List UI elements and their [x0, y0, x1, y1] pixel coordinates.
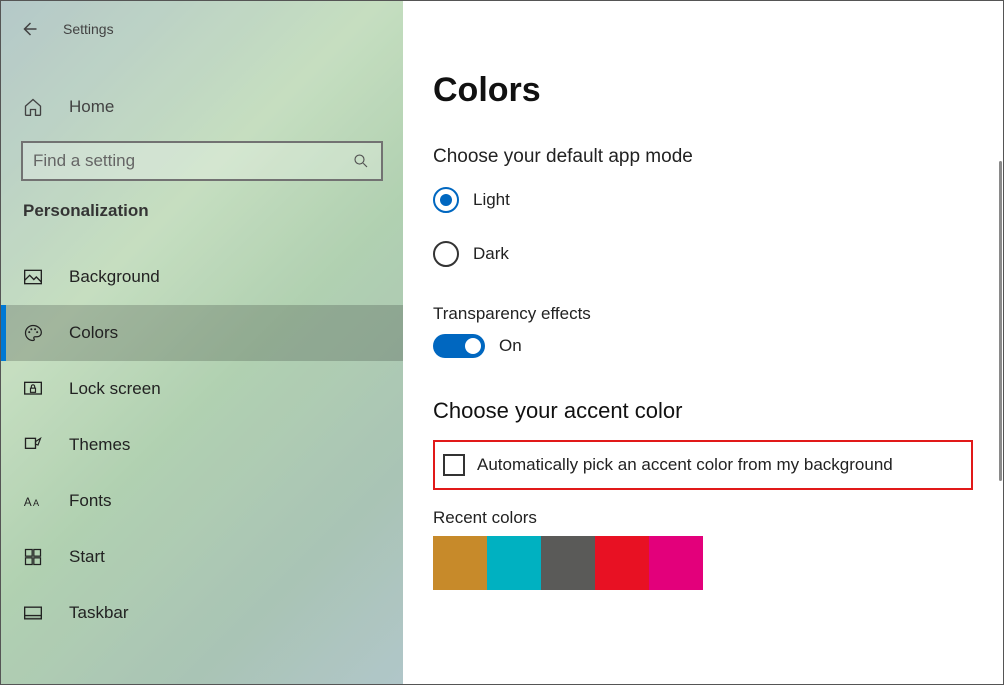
sidebar-item-label: Fonts	[69, 491, 112, 511]
radio-dark[interactable]: Dark	[433, 238, 973, 270]
sidebar-item-label: Background	[69, 267, 160, 287]
paintbrush-icon	[23, 435, 47, 455]
svg-text:A: A	[24, 496, 32, 509]
sidebar-item-colors[interactable]: Colors	[1, 305, 403, 361]
section-header: Personalization	[1, 201, 403, 221]
svg-text:A: A	[33, 498, 40, 508]
transparency-toggle-row: On	[433, 334, 973, 358]
lock-screen-icon	[23, 379, 47, 399]
radio-icon	[433, 187, 459, 213]
transparency-label: Transparency effects	[433, 304, 973, 324]
search-wrap	[21, 141, 383, 181]
search-icon	[351, 152, 371, 170]
taskbar-icon	[23, 603, 47, 623]
color-swatch[interactable]	[487, 536, 541, 590]
accent-color-title: Choose your accent color	[433, 398, 973, 424]
auto-accent-row[interactable]: Automatically pick an accent color from …	[433, 440, 973, 490]
sidebar-item-fonts[interactable]: AA Fonts	[1, 473, 403, 529]
recent-colors-swatches	[433, 536, 973, 590]
color-swatch[interactable]	[595, 536, 649, 590]
start-icon	[23, 547, 47, 567]
picture-icon	[23, 267, 47, 287]
sidebar-item-label: Start	[69, 547, 105, 567]
sidebar-item-start[interactable]: Start	[1, 529, 403, 585]
home-nav[interactable]: Home	[1, 87, 403, 127]
app-title: Settings	[63, 21, 114, 37]
arrow-left-icon	[20, 20, 38, 38]
sidebar-item-themes[interactable]: Themes	[1, 417, 403, 473]
sidebar-item-label: Colors	[69, 323, 118, 343]
sidebar-item-background[interactable]: Background	[1, 249, 403, 305]
search-box[interactable]	[21, 141, 383, 181]
toggle-value: On	[499, 336, 522, 356]
color-swatch[interactable]	[649, 536, 703, 590]
back-button[interactable]	[15, 15, 43, 43]
app-mode-label: Choose your default app mode	[433, 146, 973, 168]
sidebar: Settings Home Personalization Background	[1, 1, 403, 684]
search-input[interactable]	[33, 151, 351, 171]
sidebar-item-taskbar[interactable]: Taskbar	[1, 585, 403, 641]
sidebar-item-label: Themes	[69, 435, 130, 455]
scrollbar[interactable]	[999, 161, 1002, 481]
home-label: Home	[69, 97, 114, 117]
nav-list: Background Colors Lock screen Themes AA …	[1, 249, 403, 641]
sidebar-item-label: Lock screen	[69, 379, 161, 399]
auto-accent-label: Automatically pick an accent color from …	[477, 455, 893, 475]
color-swatch[interactable]	[433, 536, 487, 590]
radio-icon	[433, 241, 459, 267]
radio-light[interactable]: Light	[433, 184, 973, 216]
fonts-icon: AA	[23, 491, 47, 511]
sidebar-item-label: Taskbar	[69, 603, 129, 623]
transparency-toggle[interactable]	[433, 334, 485, 358]
radio-label: Dark	[473, 244, 509, 264]
radio-label: Light	[473, 190, 510, 210]
main-content: Colors Choose your default app mode Ligh…	[403, 1, 1003, 684]
color-swatch[interactable]	[541, 536, 595, 590]
recent-colors-label: Recent colors	[433, 508, 973, 528]
titlebar-left: Settings	[1, 15, 403, 43]
page-title: Colors	[433, 71, 973, 110]
palette-icon	[23, 323, 47, 343]
auto-accent-checkbox[interactable]	[443, 454, 465, 476]
sidebar-item-lock-screen[interactable]: Lock screen	[1, 361, 403, 417]
home-icon	[23, 97, 47, 117]
